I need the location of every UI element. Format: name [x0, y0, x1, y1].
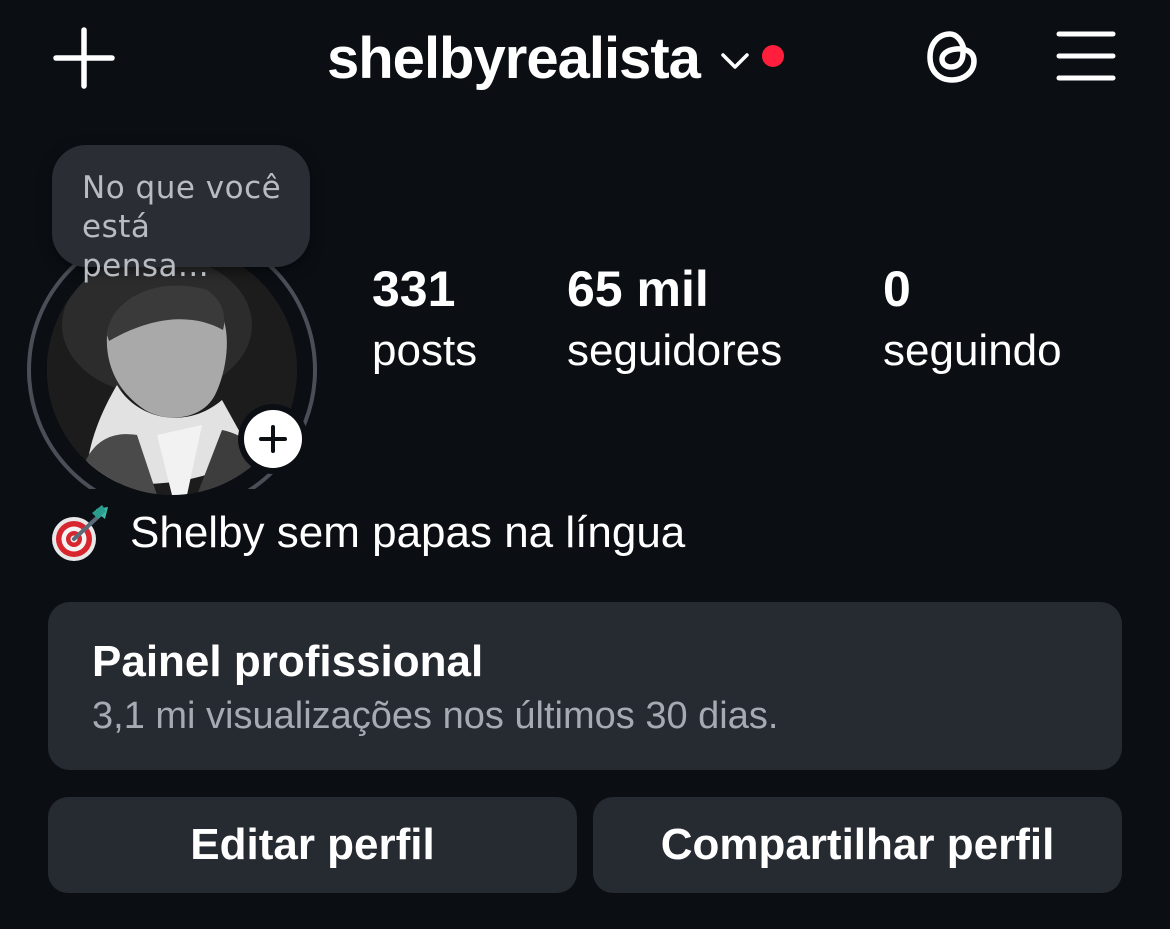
note-placeholder: No que você está pensa...	[82, 170, 282, 284]
posts-count: 331	[372, 261, 456, 317]
profile-username: shelbyrealista	[327, 26, 701, 91]
create-plus-icon[interactable]	[52, 26, 116, 90]
hamburger-menu-icon[interactable]	[1055, 28, 1117, 84]
followers-count: 65 mil	[567, 261, 709, 317]
dashboard-title: Painel profissional	[92, 637, 484, 686]
dashboard-subtitle: 3,1 mi visualizações nos últimos 30 dias…	[92, 695, 779, 737]
following-label: seguindo	[883, 326, 1062, 375]
stat-posts[interactable]: 331 posts	[372, 258, 477, 382]
share-profile-button[interactable]: Compartilhar perfil	[593, 797, 1122, 893]
stat-followers[interactable]: 65 mil seguidores	[567, 258, 782, 382]
top-bar: shelbyrealista	[0, 0, 1170, 124]
add-story-button[interactable]	[238, 404, 308, 474]
account-switcher[interactable]: shelbyrealista	[327, 24, 784, 94]
threads-icon[interactable]	[920, 24, 986, 90]
notification-dot	[761, 45, 784, 67]
chevron-down-icon	[720, 51, 750, 71]
plus-icon	[244, 410, 302, 468]
following-count: 0	[883, 261, 911, 317]
edit-profile-button[interactable]: Editar perfil	[48, 797, 577, 893]
posts-label: posts	[372, 326, 478, 375]
stat-following[interactable]: 0 seguindo	[883, 258, 1062, 382]
bio: Shelby sem papas na língua	[48, 500, 685, 566]
note-bubble[interactable]: No que você está pensa...	[52, 145, 310, 284]
bio-text: Shelby sem papas na língua	[130, 508, 686, 557]
professional-dashboard-card[interactable]: Painel profissional 3,1 mi visualizações…	[48, 602, 1122, 770]
direct-hit-dart-icon	[48, 501, 112, 565]
followers-label: seguidores	[567, 326, 783, 375]
